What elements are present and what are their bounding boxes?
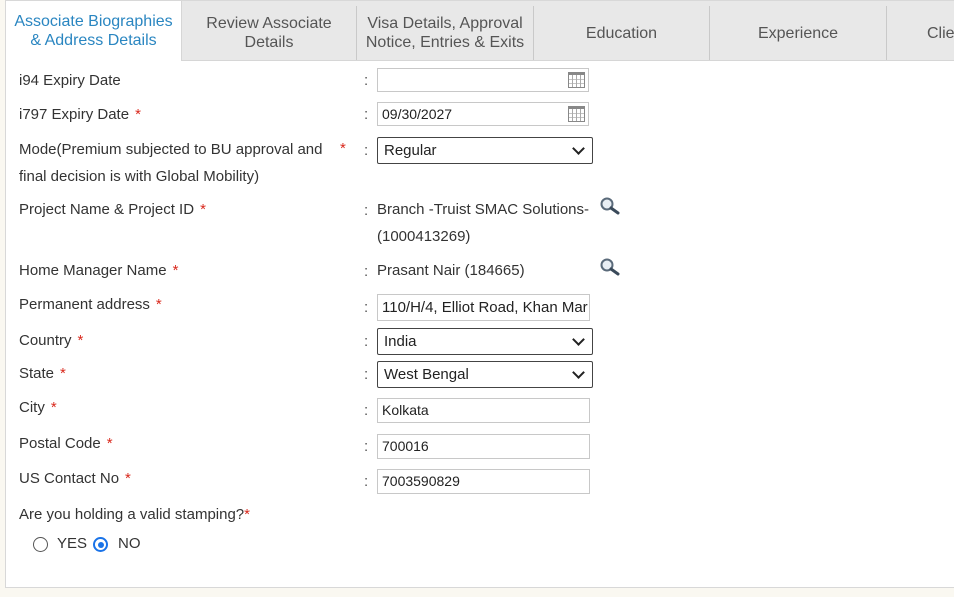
tab-client[interactable]: Clie [887, 6, 954, 60]
required-mark: * [244, 506, 250, 523]
address-label: Permanent address * [19, 296, 162, 313]
tab-label: Associate Biographies [14, 13, 173, 30]
calendar-icon[interactable] [568, 72, 585, 88]
i797-date-input[interactable]: 09/30/2027 [377, 102, 589, 126]
tab-review-associate[interactable]: Review Associate Details [182, 6, 356, 60]
colon: : [364, 106, 369, 123]
tab-label: Education [585, 24, 658, 42]
country-select[interactable]: India [377, 328, 593, 355]
city-label: City * [19, 399, 57, 416]
colon: : [364, 473, 369, 490]
required-mark: * [135, 106, 141, 123]
city-input[interactable]: Kolkata [377, 398, 590, 423]
no-label: NO [118, 535, 141, 552]
chevron-down-icon [572, 333, 585, 346]
required-mark: * [200, 201, 206, 218]
i94-label: i94 Expiry Date [19, 72, 121, 89]
project-value: Branch -Truist SMAC Solutions- (10004132… [377, 201, 590, 245]
tab-associate-biographies[interactable]: Associate Biographies & Address Details [6, 1, 182, 61]
required-mark: * [125, 470, 131, 487]
colon: : [364, 333, 369, 350]
tab-visa-details[interactable]: Visa Details, Approval Notice, Entries & … [356, 6, 534, 60]
tab-label: Visa Details, Approval [367, 15, 523, 32]
tab-label: Experience [757, 24, 839, 42]
us-contact-input[interactable]: 7003590829 [377, 469, 590, 494]
country-label: Country * [19, 332, 84, 349]
contact-label: US Contact No * [19, 470, 131, 487]
tab-label: Review Associate [206, 15, 332, 32]
chevron-down-icon [572, 142, 585, 155]
required-mark: * [50, 399, 57, 416]
tab-label: Details [244, 34, 294, 51]
colon: : [364, 202, 369, 219]
postal-code-input[interactable]: 700016 [377, 434, 590, 459]
project-label: Project Name & Project ID * [19, 201, 206, 218]
form-panel: Associate Biographies & Address Details R… [5, 0, 954, 588]
search-icon[interactable] [599, 258, 621, 276]
colon: : [364, 72, 369, 89]
colon: : [364, 402, 369, 419]
colon: : [364, 299, 369, 316]
state-select[interactable]: West Bengal [377, 361, 593, 388]
colon: : [364, 263, 369, 280]
stamping-yes-radio[interactable] [33, 537, 48, 552]
search-icon[interactable] [599, 197, 621, 215]
required-mark: * [340, 140, 346, 157]
tab-label: & Address Details [30, 32, 157, 49]
colon: : [364, 366, 369, 383]
colon: : [364, 438, 369, 455]
tab-label: Clie [927, 24, 954, 42]
manager-label: Home Manager Name * [19, 262, 179, 279]
mode-label: Mode(Premium subjected to BU approval an… [19, 141, 323, 185]
colon: : [364, 142, 369, 159]
required-mark: * [155, 296, 162, 313]
required-mark: * [77, 332, 84, 349]
address-input[interactable]: 110/H/4, Elliot Road, Khan Mar [377, 294, 590, 321]
required-mark: * [106, 435, 113, 452]
tab-experience[interactable]: Experience [710, 6, 887, 60]
tab-bar: Associate Biographies & Address Details R… [6, 1, 954, 61]
calendar-icon[interactable] [568, 106, 585, 122]
tab-label: Notice, Entries & Exits [365, 34, 525, 51]
stamping-no-radio[interactable] [93, 537, 108, 552]
i797-label: i797 Expiry Date * [19, 106, 141, 123]
mode-select[interactable]: Regular [377, 137, 593, 164]
postal-label: Postal Code * [19, 435, 113, 452]
stamping-label: Are you holding a valid stamping?* [19, 506, 250, 523]
tab-education[interactable]: Education [534, 6, 710, 60]
yes-label: YES [57, 535, 88, 552]
state-label: State * [19, 365, 66, 382]
manager-value: Prasant Nair (184665) [377, 262, 525, 279]
required-mark: * [60, 365, 66, 382]
required-mark: * [172, 262, 179, 279]
chevron-down-icon [572, 366, 585, 379]
i94-date-input[interactable] [377, 68, 589, 92]
